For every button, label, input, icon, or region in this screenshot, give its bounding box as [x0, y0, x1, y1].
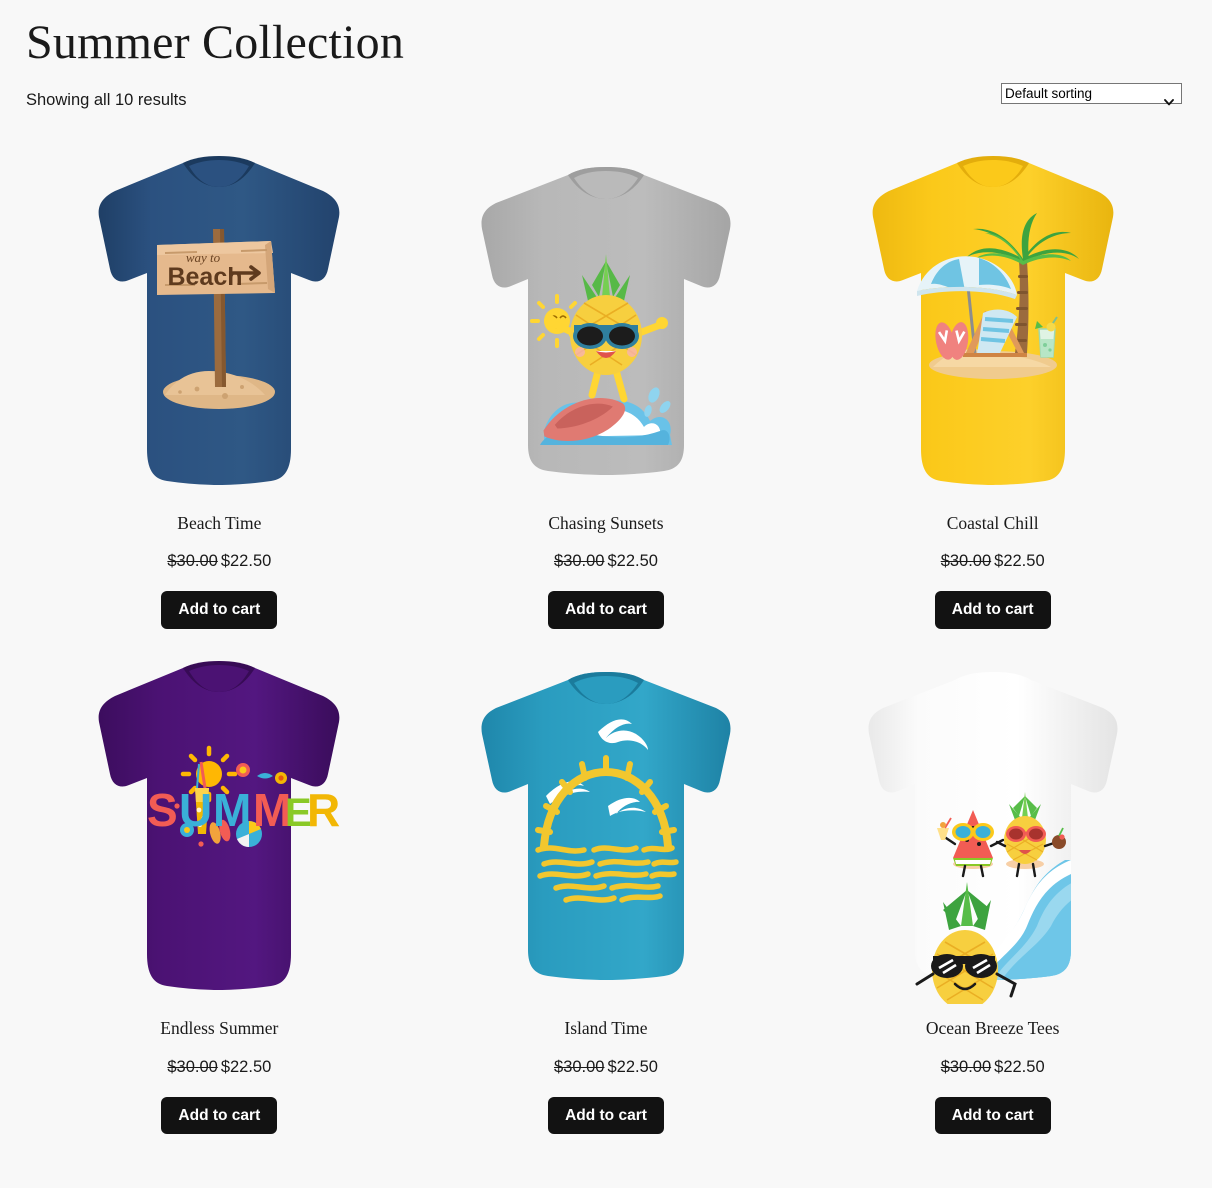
- listing-toolbar: Showing all 10 results Default sorting: [26, 82, 1186, 124]
- tshirt-sun-over-water-icon: [481, 671, 731, 980]
- product-image-coastal-chill[interactable]: [799, 146, 1186, 502]
- product-title[interactable]: Ocean Breeze Tees: [926, 1017, 1060, 1040]
- tshirt-surfing-pineapple-icon: [481, 166, 731, 475]
- product-title[interactable]: Endless Summer: [160, 1017, 278, 1040]
- svg-text:M: M: [213, 784, 251, 836]
- product-card[interactable]: S U M M E R Endless Summer $30.00 $22.50 …: [26, 651, 413, 1156]
- product-card[interactable]: Ocean Breeze Tees $30.00 $22.50 Add to ca…: [799, 651, 1186, 1156]
- new-price: $22.50: [994, 1057, 1045, 1076]
- page-title: Summer Collection: [26, 16, 405, 69]
- old-price: $30.00: [940, 552, 992, 571]
- product-image-endless-summer[interactable]: S U M M E R: [26, 651, 413, 1007]
- new-price: $22.50: [220, 552, 272, 571]
- product-price: $30.00 $22.50: [167, 1058, 271, 1077]
- old-price: $30.00: [940, 1057, 992, 1076]
- product-grid: way to Beach Beach Time $30.00 $22.50 Add…: [26, 146, 1186, 1157]
- result-count: Showing all 10 results: [26, 90, 187, 109]
- new-price: $22.50: [994, 552, 1045, 571]
- product-image-ocean-breeze-tees[interactable]: [799, 651, 1186, 1007]
- add-to-cart-button[interactable]: Add to cart: [934, 591, 1051, 629]
- old-price: $30.00: [554, 552, 605, 571]
- product-price: $30.00 $22.50: [554, 1058, 658, 1077]
- svg-text:S: S: [147, 784, 178, 836]
- svg-text:Beach: Beach: [168, 263, 243, 291]
- add-to-cart-button[interactable]: Add to cart: [548, 1096, 664, 1135]
- new-price: $22.50: [607, 552, 658, 571]
- product-image-chasing-sunsets[interactable]: [413, 146, 800, 502]
- add-to-cart-button[interactable]: Add to cart: [161, 1096, 278, 1135]
- tshirt-fruit-characters-icon: [868, 671, 1118, 1004]
- product-title[interactable]: Chasing Sunsets: [548, 512, 663, 535]
- product-listing-page: Summer Collection Showing all 10 results…: [0, 0, 1212, 1188]
- new-price: $22.50: [220, 1057, 272, 1076]
- product-title[interactable]: Coastal Chill: [947, 512, 1039, 535]
- old-price: $30.00: [554, 1057, 605, 1076]
- tshirt-beach-sign-icon: way to Beach: [98, 155, 340, 485]
- svg-text:R: R: [307, 784, 340, 836]
- old-price: $30.00: [167, 1057, 218, 1076]
- product-card[interactable]: Island Time $30.00 $22.50 Add to cart: [413, 651, 800, 1156]
- old-price: $30.00: [167, 552, 218, 571]
- add-to-cart-button[interactable]: Add to cart: [934, 1096, 1051, 1135]
- product-price: $30.00 $22.50: [941, 1058, 1045, 1077]
- product-price: $30.00 $22.50: [167, 552, 271, 571]
- product-card[interactable]: Chasing Sunsets $30.00 $22.50 Add to cart: [413, 146, 800, 651]
- tshirt-beach-scene-icon: [872, 155, 1114, 485]
- sort-select[interactable]: Default sorting: [1001, 82, 1182, 104]
- product-card[interactable]: way to Beach Beach Time $30.00 $22.50 Add…: [26, 146, 413, 651]
- product-title[interactable]: Beach Time: [177, 512, 261, 535]
- product-image-island-time[interactable]: [413, 651, 800, 1007]
- tshirt-summer-lettering-icon: S U M M E R: [98, 660, 341, 990]
- svg-text:U: U: [179, 784, 212, 836]
- product-price: $30.00 $22.50: [554, 552, 658, 571]
- add-to-cart-button[interactable]: Add to cart: [548, 591, 664, 629]
- product-image-beach-time[interactable]: way to Beach: [26, 146, 413, 502]
- product-price: $30.00 $22.50: [941, 552, 1045, 571]
- product-title[interactable]: Island Time: [564, 1017, 647, 1040]
- product-card[interactable]: Coastal Chill $30.00 $22.50 Add to cart: [799, 146, 1186, 651]
- add-to-cart-button[interactable]: Add to cart: [161, 591, 278, 629]
- new-price: $22.50: [607, 1057, 658, 1076]
